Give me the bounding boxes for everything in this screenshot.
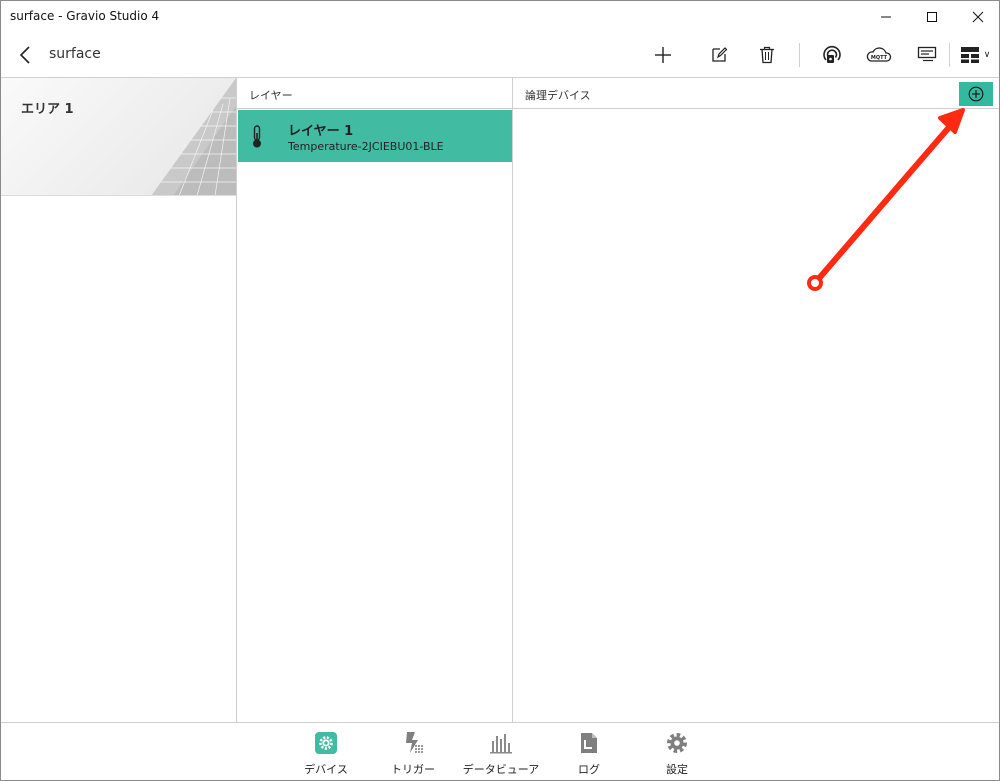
maximize-button[interactable]	[909, 1, 955, 33]
list-icon	[917, 46, 937, 62]
log-document-icon	[577, 731, 601, 755]
bottom-navigation: デバイス トリガー データビューア ログ 設定	[1, 722, 999, 780]
mqtt-button[interactable]: MQTT	[863, 41, 895, 69]
trash-icon	[760, 46, 774, 64]
nav-trigger[interactable]: トリガー	[370, 723, 456, 781]
area-card[interactable]: エリア 1	[1, 78, 236, 196]
nav-label: デバイス	[304, 763, 348, 776]
nav-label: トリガー	[391, 763, 435, 776]
add-button[interactable]	[647, 41, 679, 69]
minimize-button[interactable]	[863, 1, 909, 33]
layer-pane-header: レイヤー	[237, 78, 512, 109]
delete-button[interactable]	[751, 41, 783, 69]
plus-circle-icon	[968, 86, 984, 102]
trigger-icon	[401, 731, 425, 755]
layer-pane-title: レイヤー	[249, 89, 293, 102]
sensor-button[interactable]	[816, 41, 848, 69]
nav-settings[interactable]: 設定	[634, 723, 720, 781]
plus-icon	[655, 47, 671, 63]
nav-label: データビューア	[462, 763, 540, 776]
layout-dropdown[interactable]: ∨	[954, 41, 996, 69]
logical-device-pane: 論理デバイス	[512, 77, 999, 722]
svg-text:MQTT: MQTT	[871, 55, 888, 61]
window-title: surface - Gravio Studio 4	[10, 9, 160, 23]
edit-button[interactable]	[703, 41, 735, 69]
maximize-icon	[927, 12, 937, 22]
layer-list-item[interactable]: レイヤー 1 Temperature-2JCIEBU01-BLE	[238, 110, 512, 162]
building-background-icon	[151, 78, 236, 195]
app-header: surface MQTT ∨	[1, 33, 999, 77]
list-button[interactable]	[911, 41, 943, 69]
gear-badge-icon	[314, 731, 338, 755]
area-label: エリア 1	[21, 102, 74, 117]
layout-icon	[960, 47, 979, 63]
nav-data-viewer[interactable]: データビューア	[458, 723, 544, 781]
bar-chart-icon	[489, 731, 513, 755]
chevron-down-icon: ∨	[983, 50, 991, 60]
logical-device-header: 論理デバイス	[513, 78, 999, 109]
nav-log[interactable]: ログ	[546, 723, 632, 781]
nav-devices[interactable]: デバイス	[283, 723, 369, 781]
layer-device-name: Temperature-2JCIEBU01-BLE	[288, 140, 444, 153]
settings-gear-icon	[665, 731, 689, 755]
minimize-icon	[881, 16, 891, 18]
app-window: surface - Gravio Studio 4 surface MQTT ∨…	[0, 0, 1000, 781]
toolbar-divider	[949, 43, 950, 67]
title-bar: surface - Gravio Studio 4	[1, 1, 999, 33]
edit-icon	[712, 47, 728, 62]
mqtt-icon: MQTT	[866, 47, 892, 62]
area-pane: エリア 1	[1, 77, 236, 722]
layer-pane: レイヤー レイヤー 1 Temperature-2JCIEBU01-BLE	[236, 77, 512, 722]
logical-device-title: 論理デバイス	[525, 89, 591, 102]
back-button[interactable]	[11, 41, 39, 69]
add-logical-device-button[interactable]	[959, 82, 993, 106]
layer-title: レイヤー 1	[288, 124, 354, 139]
project-name: surface	[49, 46, 101, 62]
close-button[interactable]	[955, 1, 1000, 33]
nav-label: 設定	[666, 763, 688, 776]
toolbar-divider	[799, 43, 800, 67]
back-arrow-icon	[19, 46, 30, 64]
nav-label: ログ	[578, 763, 600, 776]
sensor-icon	[823, 45, 841, 63]
thermometer-icon	[253, 125, 261, 148]
close-icon	[972, 11, 984, 23]
